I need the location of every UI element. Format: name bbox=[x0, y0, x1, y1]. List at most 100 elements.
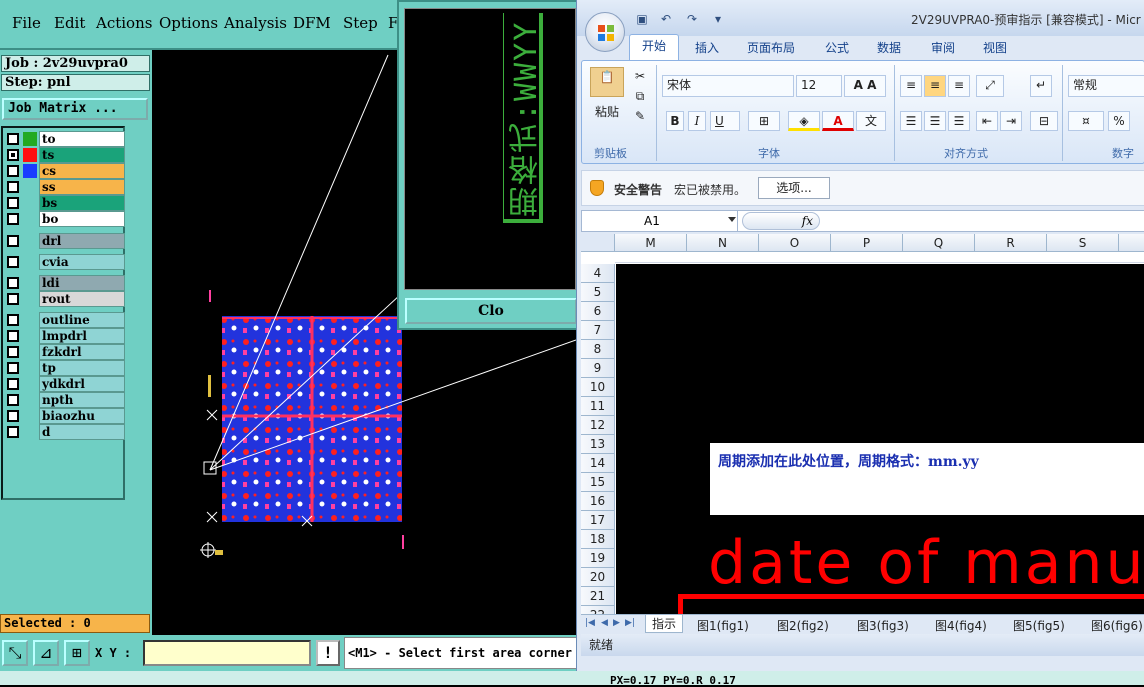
row-header[interactable]: 4 bbox=[581, 264, 615, 283]
layer-row-npth[interactable]: npth bbox=[5, 392, 125, 408]
layer-name[interactable]: d bbox=[39, 424, 125, 440]
font-color-icon[interactable]: A bbox=[822, 111, 854, 131]
row-header[interactable]: 19 bbox=[581, 549, 615, 568]
wrap-text-icon[interactable]: ↵ bbox=[1030, 75, 1052, 97]
name-box[interactable]: A1 bbox=[582, 211, 738, 231]
borders-icon[interactable]: ⊞ bbox=[748, 111, 780, 131]
row-header[interactable]: 14 bbox=[581, 454, 615, 473]
layer-row-ydkdrl[interactable]: ydkdrl bbox=[5, 376, 125, 392]
menu-step[interactable]: Step bbox=[343, 14, 378, 32]
menu-dfm[interactable]: DFM bbox=[293, 14, 331, 32]
paste-icon[interactable]: 📋 bbox=[590, 67, 624, 97]
tab-review[interactable]: 审阅 bbox=[931, 39, 955, 56]
layer-row-drl[interactable]: drl bbox=[5, 233, 125, 249]
row-header[interactable]: 11 bbox=[581, 397, 615, 416]
bold-button[interactable]: B bbox=[666, 111, 684, 131]
zoom-area-icon[interactable]: ⤡ bbox=[2, 640, 28, 666]
fill-color-icon[interactable]: ◈ bbox=[788, 111, 820, 131]
layer-row-biaozhu[interactable]: biaozhu bbox=[5, 408, 125, 424]
column-header[interactable]: N bbox=[687, 234, 759, 252]
layer-row-lmpdrl[interactable]: lmpdrl bbox=[5, 328, 125, 344]
layer-name[interactable]: biaozhu bbox=[39, 408, 125, 424]
redo-icon[interactable]: ↷ bbox=[685, 12, 699, 26]
percent-button[interactable]: % bbox=[1108, 111, 1130, 131]
row-header[interactable]: 6 bbox=[581, 302, 615, 321]
layer-name[interactable]: ts bbox=[39, 147, 125, 163]
layer-row-cs[interactable]: cs bbox=[5, 163, 125, 179]
sheet-tab[interactable]: 图5(fig5) bbox=[1013, 617, 1065, 634]
tab-data[interactable]: 数据 bbox=[877, 39, 901, 56]
paste-label[interactable]: 粘贴 bbox=[590, 103, 624, 121]
menu-analysis[interactable]: Analysis bbox=[224, 14, 287, 32]
layer-row-ss[interactable]: ss bbox=[5, 179, 125, 195]
layer-checkbox[interactable] bbox=[7, 346, 19, 358]
layer-checkbox[interactable] bbox=[7, 378, 19, 390]
column-header[interactable]: R bbox=[975, 234, 1047, 252]
italic-button[interactable]: I bbox=[688, 111, 706, 131]
merge-center-icon[interactable]: ⊟ bbox=[1030, 111, 1058, 131]
underline-button[interactable]: U bbox=[710, 111, 740, 131]
layer-checkbox[interactable] bbox=[7, 165, 19, 177]
layer-checkbox[interactable] bbox=[7, 362, 19, 374]
layer-name[interactable]: outline bbox=[39, 312, 125, 328]
orientation-icon[interactable]: ⤢ bbox=[976, 75, 1004, 97]
warning-icon[interactable]: ! bbox=[316, 640, 340, 666]
row-header[interactable]: 17 bbox=[581, 511, 615, 530]
worksheet-grid[interactable]: 周期添加在此处位置，周期格式：mm.yy date of manu MNOPQR… bbox=[581, 234, 1144, 625]
number-format-select[interactable]: 常规 bbox=[1068, 75, 1144, 97]
layer-name[interactable]: cvia bbox=[39, 254, 125, 270]
tab-insert[interactable]: 插入 bbox=[695, 39, 719, 56]
layer-name[interactable]: ydkdrl bbox=[39, 376, 125, 392]
layer-checkbox[interactable] bbox=[7, 149, 19, 161]
font-name-select[interactable]: 宋体 bbox=[662, 75, 794, 97]
prev-sheet-icon[interactable]: ◀ bbox=[601, 618, 608, 628]
layer-checkbox[interactable] bbox=[7, 394, 19, 406]
row-header[interactable]: 5 bbox=[581, 283, 615, 302]
last-sheet-icon[interactable]: ▶| bbox=[625, 618, 635, 628]
tab-formulas[interactable]: 公式 bbox=[825, 39, 849, 56]
row-header[interactable]: 7 bbox=[581, 321, 615, 340]
first-sheet-icon[interactable]: |◀ bbox=[585, 618, 595, 628]
row-header[interactable]: 20 bbox=[581, 568, 615, 587]
tab-view[interactable]: 视图 bbox=[983, 39, 1007, 56]
layer-name[interactable]: ss bbox=[39, 179, 125, 195]
row-header[interactable]: 13 bbox=[581, 435, 615, 454]
layer-name[interactable]: lmpdrl bbox=[39, 328, 125, 344]
phonetic-icon[interactable]: 文 bbox=[856, 111, 886, 131]
layer-checkbox[interactable] bbox=[7, 213, 19, 225]
next-sheet-icon[interactable]: ▶ bbox=[613, 618, 620, 628]
layer-checkbox[interactable] bbox=[7, 133, 19, 145]
layer-name[interactable]: ldi bbox=[39, 275, 125, 291]
row-header[interactable]: 15 bbox=[581, 473, 615, 492]
row-header[interactable]: 12 bbox=[581, 416, 615, 435]
menu-actions[interactable]: Actions bbox=[96, 14, 152, 32]
layer-row-ts[interactable]: ts bbox=[5, 147, 125, 163]
close-button[interactable]: Clo bbox=[405, 298, 577, 324]
xy-input[interactable] bbox=[143, 640, 311, 666]
layer-row-tp[interactable]: tp bbox=[5, 360, 125, 376]
layer-checkbox[interactable] bbox=[7, 330, 19, 342]
job-matrix-button[interactable]: Job Matrix ... bbox=[2, 98, 148, 120]
layer-checkbox[interactable] bbox=[7, 314, 19, 326]
customize-qat-icon[interactable]: ▾ bbox=[711, 12, 725, 26]
layer-name[interactable]: drl bbox=[39, 233, 125, 249]
align-center-icon[interactable]: ☰ bbox=[924, 111, 946, 131]
layer-checkbox[interactable] bbox=[7, 256, 19, 268]
row-header[interactable]: 21 bbox=[581, 587, 615, 606]
tab-home[interactable]: 开始 bbox=[629, 34, 679, 60]
align-middle-icon[interactable]: ≡ bbox=[924, 75, 946, 97]
layer-checkbox[interactable] bbox=[7, 426, 19, 438]
sheet-tab[interactable]: 图2(fig2) bbox=[777, 617, 829, 634]
layer-checkbox[interactable] bbox=[7, 293, 19, 305]
layer-name[interactable]: tp bbox=[39, 360, 125, 376]
layer-checkbox[interactable] bbox=[7, 181, 19, 193]
column-header[interactable]: Q bbox=[903, 234, 975, 252]
sheet-tab[interactable]: 图6(fig6) bbox=[1091, 617, 1143, 634]
decrease-indent-icon[interactable]: ⇤ bbox=[976, 111, 998, 131]
grow-shrink-font-icon[interactable]: A A bbox=[844, 75, 886, 97]
format-painter-icon[interactable]: ✎ bbox=[632, 107, 648, 125]
layer-checkbox[interactable] bbox=[7, 197, 19, 209]
column-header[interactable]: M bbox=[615, 234, 687, 252]
layer-row-to[interactable]: to bbox=[5, 131, 125, 147]
layer-row-bo[interactable]: bo bbox=[5, 211, 125, 227]
